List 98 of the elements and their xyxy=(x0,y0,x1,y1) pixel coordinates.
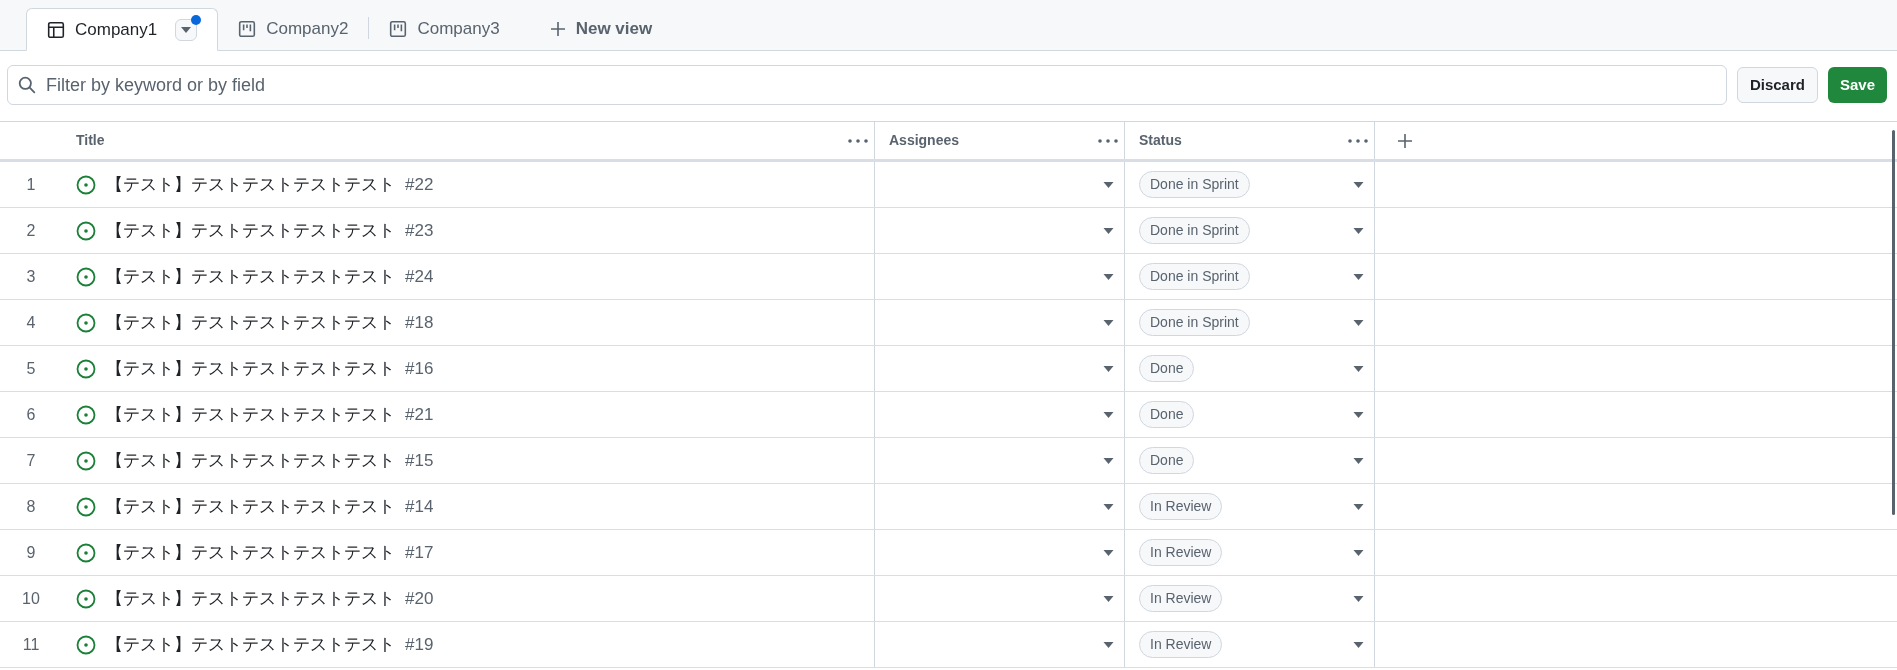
open-issue-icon xyxy=(76,266,96,287)
status-label: Done in Sprint xyxy=(1139,263,1250,290)
issue-title[interactable]: 【テスト】テストテストテストテスト xyxy=(106,355,395,382)
row-number: 1 xyxy=(26,174,36,195)
issue-number: #19 xyxy=(405,633,434,656)
open-issue-icon xyxy=(76,358,96,379)
open-issue-icon xyxy=(76,634,96,655)
status-label: Done in Sprint xyxy=(1139,217,1250,244)
issue-number: #18 xyxy=(405,311,434,334)
new-view-button[interactable]: New view xyxy=(529,7,673,50)
dropdown-caret-icon[interactable] xyxy=(1353,227,1364,234)
open-issue-icon xyxy=(76,404,96,425)
dropdown-caret-icon[interactable] xyxy=(1103,549,1114,556)
row-number: 5 xyxy=(26,358,36,379)
dropdown-caret-icon[interactable] xyxy=(1103,641,1114,648)
more-icon[interactable] xyxy=(848,138,868,143)
column-header[interactable]: Status xyxy=(1139,130,1182,151)
status-label: In Review xyxy=(1139,493,1223,520)
row-number: 8 xyxy=(26,496,36,517)
row-number: 11 xyxy=(22,634,40,655)
issue-number: #17 xyxy=(405,541,434,564)
status-label: Done xyxy=(1139,447,1195,474)
column-header[interactable]: Assignees xyxy=(889,130,960,151)
table-icon xyxy=(47,20,65,39)
issue-title[interactable]: 【テスト】テストテストテストテスト xyxy=(106,309,395,336)
caret-icon xyxy=(181,26,192,33)
row-number: 6 xyxy=(26,404,36,425)
status-label: In Review xyxy=(1139,631,1223,658)
plus-icon xyxy=(549,20,566,37)
issue-title[interactable]: 【テスト】テストテストテストテスト xyxy=(106,631,395,658)
view-menu-button[interactable] xyxy=(175,18,198,41)
row-number: 7 xyxy=(26,450,36,471)
dropdown-caret-icon[interactable] xyxy=(1353,365,1364,372)
dropdown-caret-icon[interactable] xyxy=(1353,457,1364,464)
dropdown-caret-icon[interactable] xyxy=(1103,319,1114,326)
issue-number: #15 xyxy=(405,449,434,472)
dropdown-caret-icon[interactable] xyxy=(1353,549,1364,556)
issue-title[interactable]: 【テスト】テストテストテストテスト xyxy=(106,263,395,290)
open-issue-icon xyxy=(76,496,96,517)
dropdown-caret-icon[interactable] xyxy=(1353,595,1364,602)
open-issue-icon xyxy=(76,312,96,333)
issue-title[interactable]: 【テスト】テストテストテストテスト xyxy=(106,585,395,612)
search-icon xyxy=(18,76,36,94)
status-label: In Review xyxy=(1139,585,1223,612)
issue-title[interactable]: 【テスト】テストテストテストテスト xyxy=(106,493,395,520)
issue-number: #16 xyxy=(405,357,434,380)
open-issue-icon xyxy=(76,174,96,195)
issue-title[interactable]: 【テスト】テストテストテストテスト xyxy=(106,401,395,428)
status-label: Done xyxy=(1139,401,1195,428)
board-icon xyxy=(389,19,408,38)
open-issue-icon xyxy=(76,542,96,563)
filter-field[interactable]: Filter by keyword or by field xyxy=(7,65,1727,105)
view-tab[interactable]: Company3 xyxy=(369,7,520,50)
row-number: 9 xyxy=(26,542,36,563)
more-icon[interactable] xyxy=(1098,138,1118,143)
board-icon xyxy=(238,19,257,38)
status-label: Done in Sprint xyxy=(1139,171,1250,198)
dropdown-caret-icon[interactable] xyxy=(1353,503,1364,510)
more-icon[interactable] xyxy=(1348,138,1368,143)
issue-number: #24 xyxy=(405,265,434,288)
dropdown-caret-icon[interactable] xyxy=(1353,181,1364,188)
open-issue-icon xyxy=(76,450,96,471)
column-header[interactable]: Title xyxy=(76,130,105,151)
issue-number: #20 xyxy=(405,587,434,610)
issue-number: #22 xyxy=(405,173,434,196)
dropdown-caret-icon[interactable] xyxy=(1353,411,1364,418)
dropdown-caret-icon[interactable] xyxy=(1103,457,1114,464)
view-tab[interactable]: Company2 xyxy=(218,7,369,50)
dropdown-caret-icon[interactable] xyxy=(1103,273,1114,280)
issue-number: #23 xyxy=(405,219,434,242)
status-label: In Review xyxy=(1139,539,1223,566)
open-issue-icon xyxy=(76,220,96,241)
dropdown-caret-icon[interactable] xyxy=(1353,319,1364,326)
dropdown-caret-icon[interactable] xyxy=(1353,641,1364,648)
issue-title[interactable]: 【テスト】テストテストテストテスト xyxy=(106,217,395,244)
issue-number: #14 xyxy=(405,495,434,518)
dropdown-caret-icon[interactable] xyxy=(1103,365,1114,372)
dropdown-caret-icon[interactable] xyxy=(1103,411,1114,418)
status-label: Done xyxy=(1139,355,1195,382)
row-number: 10 xyxy=(22,588,40,609)
row-number: 2 xyxy=(26,220,36,241)
issue-title[interactable]: 【テスト】テストテストテストテスト xyxy=(106,447,395,474)
discard-button[interactable]: Discard xyxy=(1736,67,1818,103)
add-column-icon[interactable] xyxy=(1397,132,1413,149)
dropdown-caret-icon[interactable] xyxy=(1103,595,1114,602)
dropdown-caret-icon[interactable] xyxy=(1353,273,1364,280)
row-number: 3 xyxy=(26,266,36,287)
issue-title[interactable]: 【テスト】テストテストテストテスト xyxy=(106,539,395,566)
issue-number: #21 xyxy=(405,403,434,426)
dropdown-caret-icon[interactable] xyxy=(1103,503,1114,510)
issue-title[interactable]: 【テスト】テストテストテストテスト xyxy=(106,171,395,198)
dropdown-caret-icon[interactable] xyxy=(1103,227,1114,234)
view-tab[interactable]: Company1 xyxy=(26,8,219,51)
dropdown-caret-icon[interactable] xyxy=(1103,181,1114,188)
status-label: Done in Sprint xyxy=(1139,309,1250,336)
save-button[interactable]: Save xyxy=(1827,67,1887,103)
row-number: 4 xyxy=(26,312,36,333)
open-issue-icon xyxy=(76,588,96,609)
